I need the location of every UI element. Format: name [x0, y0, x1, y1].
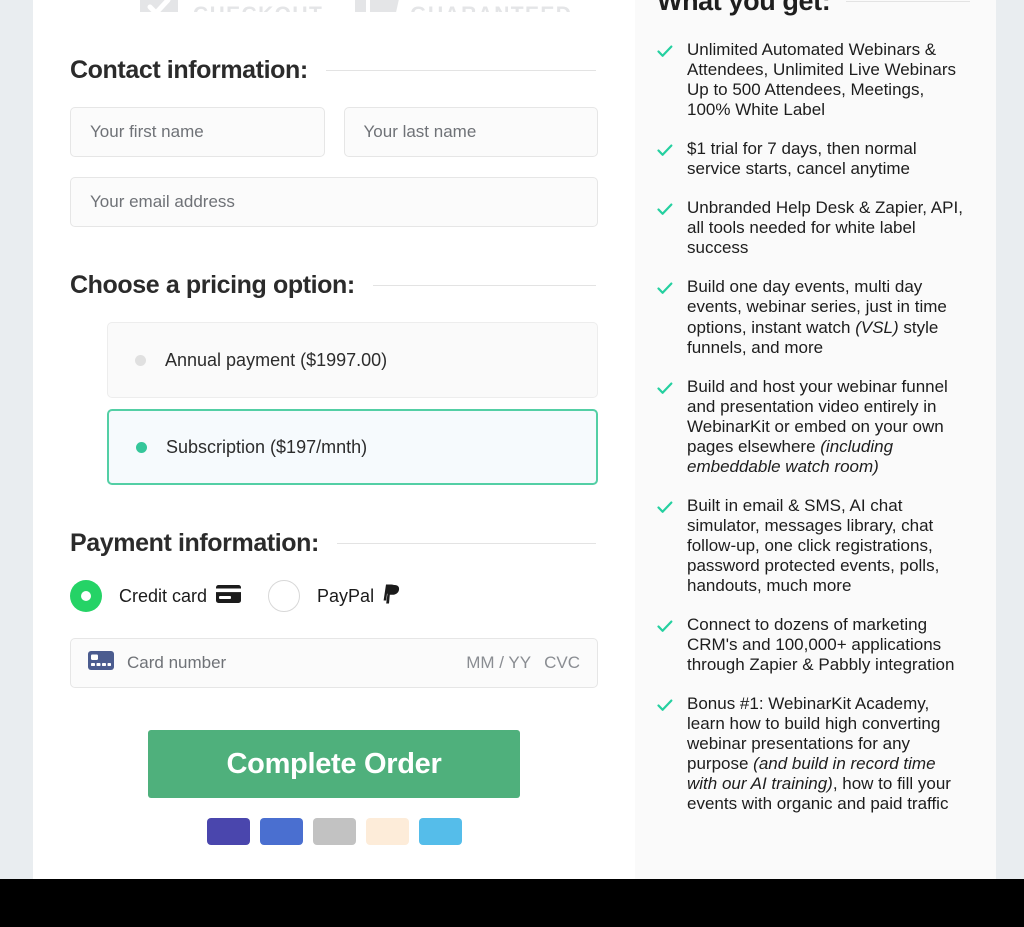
pricing-heading-text: Choose a pricing option: [70, 271, 355, 299]
amex-badge [312, 818, 356, 845]
thumbs-up-icon [353, 0, 399, 12]
contact-information-heading: Contact information: [70, 56, 598, 85]
visa-badge [206, 818, 250, 845]
benefit-item-text: Bonus #1: WebinarKit Academy, learn how … [687, 694, 951, 814]
browser-viewport: SECURE CHECKOUT [0, 0, 1024, 927]
pricing-option-annual-label: Annual payment ($1997.00) [165, 349, 388, 370]
radio-paypal[interactable] [268, 580, 301, 612]
benefit-item-text: Unlimited Automated Webinars & Attendees… [687, 40, 956, 120]
credit-card-icon [216, 584, 242, 608]
heading-rule [336, 543, 596, 544]
benefit-item-text: $1 trial for 7 days, then normal service… [687, 139, 917, 179]
payment-method-selector: Credit card PayPal [70, 580, 598, 612]
pricing-option-annual[interactable]: Annual payment ($1997.00) [107, 322, 598, 398]
contact-heading-text: Contact information: [70, 56, 308, 84]
card-expiry-placeholder: MM / YY [466, 653, 532, 672]
pricing-options: Annual payment ($1997.00) Subscription (… [70, 322, 598, 485]
paypal-option[interactable]: PayPal [317, 584, 400, 609]
benefit-item: Built in email & SMS, AI chat simulator,… [657, 496, 970, 596]
card-number-field[interactable]: Card number MM / YY CVC [70, 638, 598, 688]
heading-rule [325, 70, 596, 71]
check-icon [657, 382, 673, 400]
secure-checkout-badge: SECURE CHECKOUT [136, 0, 323, 12]
radio-credit-card[interactable] [70, 580, 102, 612]
badge-line-2: GUARANTEED [410, 3, 572, 13]
benefit-item: Build one day events, multi day events, … [657, 277, 970, 357]
check-icon [657, 45, 673, 63]
benefit-item: Unbranded Help Desk & Zapier, API, all t… [657, 198, 970, 258]
heading-rule [372, 285, 596, 286]
benefit-item: Connect to dozens of marketing CRM's and… [657, 615, 970, 675]
payment-information-heading: Payment information: [70, 529, 598, 558]
benefits-list: Unlimited Automated Webinars & Attendees… [657, 40, 970, 815]
last-name-input[interactable]: Your last name [343, 107, 598, 157]
check-icon [657, 282, 673, 300]
benefit-emphasis: (VSL) [855, 317, 899, 337]
paypal-icon [383, 584, 400, 609]
submit-area: Complete Order [70, 730, 598, 798]
benefit-item-text: Build one day events, multi day events, … [687, 277, 947, 357]
benefit-item: Bonus #1: WebinarKit Academy, learn how … [657, 694, 970, 814]
pricing-option-subscription[interactable]: Subscription ($197/mnth) [107, 409, 598, 485]
mastercard-badge [259, 818, 303, 845]
lock-check-icon [136, 0, 182, 12]
card-number-placeholder: Card number [127, 653, 227, 672]
benefit-item: Build and host your webinar funnel and p… [657, 377, 970, 477]
checkout-form-column: SECURE CHECKOUT [33, 0, 635, 879]
paypal-label: PayPal [317, 585, 375, 606]
benefit-item-text: Unbranded Help Desk & Zapier, API, all t… [687, 198, 963, 258]
payment-heading-text: Payment information: [70, 529, 319, 557]
radio-credit-card-dot [81, 591, 91, 601]
credit-card-option[interactable]: Credit card [119, 584, 242, 608]
check-icon [657, 203, 673, 221]
first-name-input[interactable]: Your first name [70, 107, 325, 157]
benefit-item: $1 trial for 7 days, then normal service… [657, 139, 970, 179]
benefit-item-text: Build and host your webinar funnel and p… [687, 376, 948, 476]
pricing-option-subscription-label: Subscription ($197/mnth) [166, 436, 368, 457]
credit-card-label: Credit card [119, 585, 208, 606]
satisfaction-label: SATISFACTION GUARANTEED [410, 0, 594, 13]
checkout-page: SECURE CHECKOUT [0, 0, 1024, 879]
email-input[interactable]: Your email address [70, 177, 598, 227]
discover-badge [365, 818, 409, 845]
diners-badge [418, 818, 462, 845]
accepted-card-brands [70, 818, 598, 845]
check-icon [657, 699, 673, 717]
benefit-item: Unlimited Automated Webinars & Attendees… [657, 40, 970, 120]
radio-dot-subscription [136, 441, 147, 453]
name-fields-row: Your first name Your last name [70, 107, 598, 157]
trust-badges: SECURE CHECKOUT [70, 0, 598, 12]
benefit-emphasis: (and build in record time with our AI tr… [687, 754, 936, 794]
benefit-emphasis: (including embeddable watch room) [687, 436, 894, 476]
secure-checkout-label: SECURE CHECKOUT [193, 0, 323, 13]
benefits-column: What you get: Unlimited Automated Webina… [635, 0, 996, 879]
pricing-option-heading: Choose a pricing option: [70, 271, 598, 300]
benefit-item-text: Connect to dozens of marketing CRM's and… [687, 615, 955, 675]
checkout-shell: SECURE CHECKOUT [33, 0, 996, 879]
check-icon [657, 144, 673, 162]
heading-rule [846, 0, 970, 2]
radio-dot-annual [135, 354, 146, 366]
complete-order-button[interactable]: Complete Order [148, 730, 520, 798]
badge-line-2: CHECKOUT [193, 3, 323, 13]
satisfaction-guaranteed-badge: SATISFACTION GUARANTEED [353, 0, 594, 12]
bottom-black-bar [0, 879, 1024, 927]
check-icon [657, 501, 673, 519]
what-you-get-title: What you get: [657, 0, 831, 16]
card-cvc-placeholder: CVC [544, 653, 580, 672]
check-icon [657, 620, 673, 638]
what-you-get-heading: What you get: [657, 0, 970, 18]
card-number-icon [88, 651, 114, 675]
benefit-item-text: Built in email & SMS, AI chat simulator,… [687, 495, 940, 596]
